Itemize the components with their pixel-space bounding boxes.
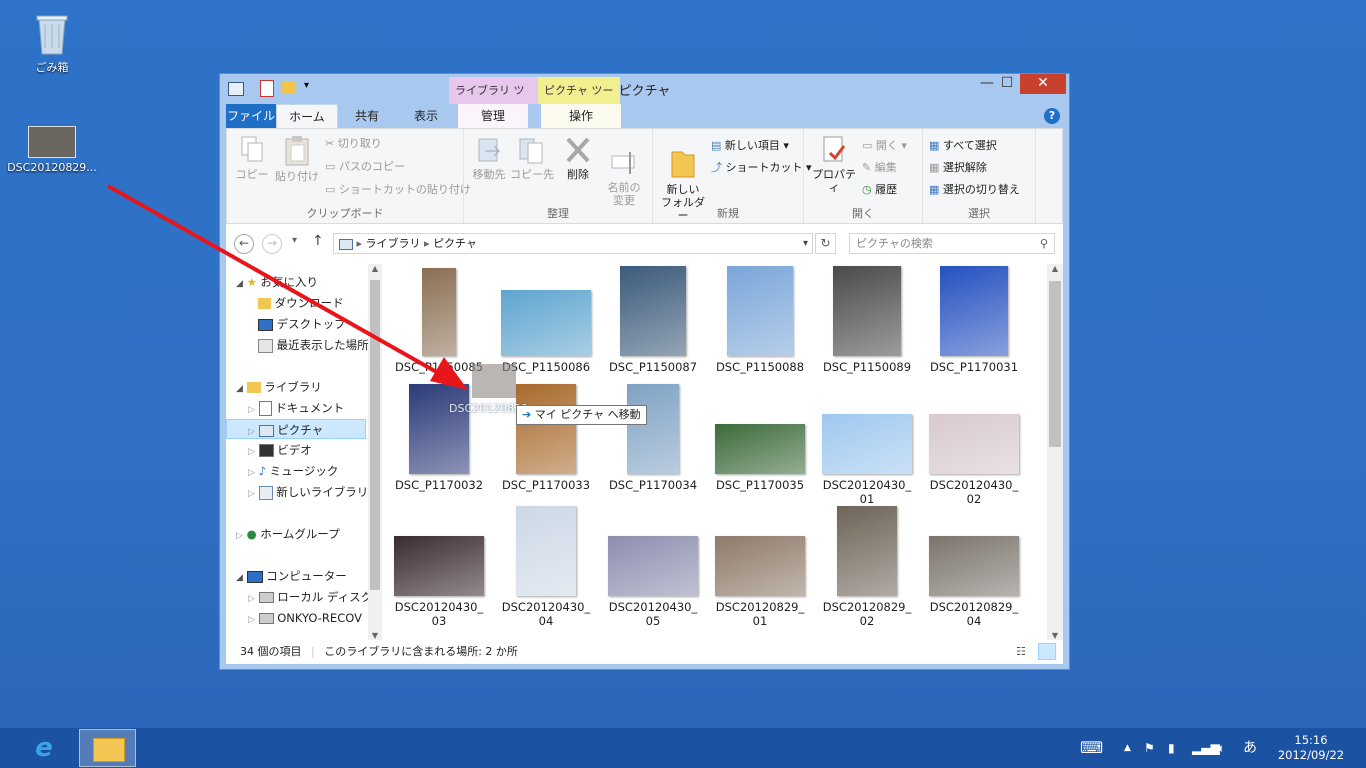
ime-mode-indicator[interactable]: あ [1243, 728, 1257, 768]
touch-keyboard-icon[interactable]: ⌨ [1080, 728, 1103, 768]
taskbar: e ⌨ ▲ ⚑ ▮ ▂▄▆ 🔈︎ あ 15:16 2012/09/22 [0, 728, 1366, 768]
drag-tooltip: ➔ マイ ピクチャ へ移動 [516, 405, 647, 425]
file-explorer-taskbar-button[interactable] [79, 729, 136, 767]
drag-arrow-annotation [107, 184, 468, 390]
action-center-flag-icon[interactable]: ⚑ [1144, 728, 1155, 768]
internet-explorer-icon[interactable]: e [28, 732, 60, 764]
file-explorer-icon [93, 738, 125, 762]
power-icon[interactable]: ▮ [1168, 728, 1175, 768]
clock[interactable]: 15:16 2012/09/22 [1268, 733, 1354, 763]
clock-time: 15:16 [1294, 733, 1328, 747]
clock-date: 2012/09/22 [1277, 748, 1345, 762]
network-signal-icon[interactable]: ▂▄▆ [1192, 728, 1220, 768]
drag-tooltip-text: マイ ピクチャ へ移動 [534, 408, 641, 421]
show-hidden-icons-icon[interactable]: ▲ [1124, 728, 1131, 768]
volume-icon[interactable]: 🔈︎ [1218, 728, 1225, 768]
drag-ghost-image [472, 364, 516, 398]
move-arrow-icon: ➔ [522, 408, 532, 421]
